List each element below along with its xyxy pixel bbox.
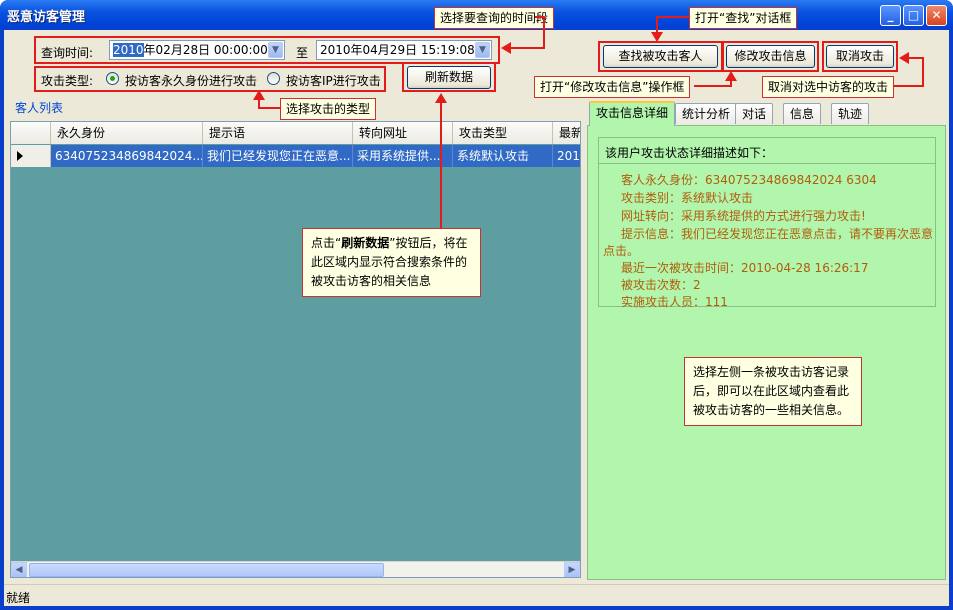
to-date-picker[interactable]: 2010年04月29日 15:19:08 ▼ xyxy=(316,40,492,60)
callout-attack-type: 选择攻击的类型 xyxy=(280,98,377,120)
detail-box: 该用户攻击状态详细描述如下： 客人永久身份：634075234869842024… xyxy=(598,137,936,309)
tab-dialog[interactable]: 对话 xyxy=(735,103,774,124)
detail-divider xyxy=(599,163,935,164)
table-cell[interactable]: 系统默认攻击 xyxy=(453,145,553,167)
radio-by-id[interactable] xyxy=(106,72,119,85)
callout-line xyxy=(694,85,732,87)
horizontal-scrollbar[interactable]: ◀ ▶ xyxy=(11,561,580,577)
column-header[interactable]: 永久身份 xyxy=(51,122,203,144)
maximize-button[interactable]: □ xyxy=(903,5,924,26)
scroll-left-icon[interactable]: ◀ xyxy=(11,562,27,577)
refresh-button[interactable]: 刷新数据 xyxy=(407,66,491,89)
guest-table[interactable]: 永久身份 提示语 转向网址 攻击类型 最新 634075234869842024… xyxy=(10,121,581,578)
table-row[interactable]: 634075234869842024... 我们已经发现您正在恶意... 采用系… xyxy=(11,145,580,167)
tab-attack-detail[interactable]: 攻击信息详细 xyxy=(589,101,676,126)
callout-detail-hint: 选择左侧一条被攻击访客记录后，即可以在此区域内查看此被攻击访客的一些相关信息。 xyxy=(684,357,862,426)
chevron-down-icon[interactable]: ▼ xyxy=(268,42,283,58)
callout-line xyxy=(922,57,924,87)
callout-line xyxy=(656,16,690,18)
detail-guest-id: 客人永久身份：634075234869842024 6304 xyxy=(621,173,877,187)
callout-refresh: 点击“刷新数据”按钮后，将在此区域内显示符合搜索条件的被攻击访客的相关信息 xyxy=(302,228,481,297)
radio-by-ip-label[interactable]: 按访客IP进行攻击 xyxy=(286,72,381,89)
row-header-corner xyxy=(11,122,51,144)
detail-message: 提示信息：我们已经发现您正在恶意点击，请不要再次恶意 xyxy=(621,227,934,241)
current-row-icon xyxy=(17,151,23,161)
detail-last-time: 最近一次被攻击时间：2010-04-28 16:26:17 xyxy=(621,261,869,275)
minimize-button[interactable]: _ xyxy=(880,5,901,26)
to-date-value: 2010年04月29日 15:19:08 xyxy=(320,43,475,57)
arrow-icon xyxy=(651,32,663,42)
callout-open-edit: 打开“修改攻击信息”操作框 xyxy=(534,76,691,98)
table-cell[interactable]: 采用系统提供... xyxy=(353,145,453,167)
status-bar: 就绪 xyxy=(4,584,949,606)
detail-operator: 实施攻击人员：111 xyxy=(621,295,728,309)
callout-line xyxy=(510,47,545,49)
window-title: 恶意访客管理 xyxy=(7,10,86,25)
callout-line xyxy=(543,16,545,49)
column-header[interactable]: 转向网址 xyxy=(353,122,453,144)
from-year-selected: 2010 xyxy=(113,43,144,57)
detail-heading: 该用户攻击状态详细描述如下： xyxy=(605,146,774,160)
callout-open-find: 打开“查找”对话框 xyxy=(689,7,798,29)
from-date-picker[interactable]: 2010年02月28日 00:00:00 ▼ xyxy=(109,40,285,60)
detail-message-cont: 点击。 xyxy=(603,244,640,258)
client-area: 查询时间: 2010年02月28日 00:00:00 ▼ 至 2010年04月2… xyxy=(4,7,949,606)
scroll-thumb[interactable] xyxy=(29,563,384,577)
to-label: 至 xyxy=(296,46,309,60)
callout-time-range: 选择要查询的时间段 xyxy=(434,7,555,29)
scroll-right-icon[interactable]: ▶ xyxy=(564,562,580,577)
callout-line xyxy=(894,85,924,87)
row-selector[interactable] xyxy=(11,145,51,167)
close-button[interactable]: ✕ xyxy=(926,5,947,26)
tab-content: 该用户攻击状态详细描述如下： 客人永久身份：634075234869842024… xyxy=(587,125,946,580)
detail-redirect: 网址转向：采用系统提供的方式进行强力攻击! xyxy=(621,209,866,223)
arrow-icon xyxy=(253,90,265,100)
callout-refresh-intro: 点击“ xyxy=(311,236,342,250)
callout-line xyxy=(440,102,442,228)
tab-track[interactable]: 轨迹 xyxy=(831,103,870,124)
detail-attack-type: 攻击类别：系统默认攻击 xyxy=(621,191,754,205)
tab-statistics[interactable]: 统计分析 xyxy=(675,103,738,124)
radio-by-ip[interactable] xyxy=(267,72,280,85)
table-cell[interactable]: 634075234869842024... xyxy=(51,145,203,167)
from-date-rest: 年02月28日 00:00:00 xyxy=(143,43,268,57)
column-header[interactable]: 提示语 xyxy=(203,122,353,144)
radio-by-id-label[interactable]: 按访客永久身份进行攻击 xyxy=(125,72,257,89)
arrow-icon xyxy=(725,71,737,81)
find-button[interactable]: 查找被攻击客人 xyxy=(603,45,718,68)
app-window: 恶意访客管理 _ □ ✕ 查询时间: 2010年02月28日 00:00:00 … xyxy=(0,0,953,610)
table-header: 永久身份 提示语 转向网址 攻击类型 最新 xyxy=(11,122,580,144)
guest-list-label: 客人列表 xyxy=(13,99,66,116)
detail-count: 被攻击次数：2 xyxy=(621,278,701,292)
callout-line xyxy=(908,57,924,59)
edit-button[interactable]: 修改攻击信息 xyxy=(726,45,815,68)
time-label: 查询时间: xyxy=(41,46,94,60)
attack-type-label: 攻击类型: xyxy=(41,74,94,88)
table-cell[interactable]: 2010 xyxy=(553,145,580,167)
table-cell[interactable]: 我们已经发现您正在恶意... xyxy=(203,145,353,167)
callout-refresh-bold: 刷新数据 xyxy=(341,236,390,250)
arrow-icon xyxy=(899,52,909,64)
column-header[interactable]: 最新 xyxy=(553,122,580,144)
callout-line xyxy=(730,80,732,87)
status-text: 就绪 xyxy=(6,591,31,605)
callout-cancel-selected: 取消对选中访客的攻击 xyxy=(762,76,895,98)
arrow-icon xyxy=(435,93,447,103)
arrow-icon xyxy=(501,42,511,54)
tab-info[interactable]: 信息 xyxy=(783,103,822,124)
cancel-attack-button[interactable]: 取消攻击 xyxy=(826,45,894,68)
callout-line xyxy=(258,107,281,109)
chevron-down-icon[interactable]: ▼ xyxy=(475,42,490,58)
column-header[interactable]: 攻击类型 xyxy=(453,122,553,144)
